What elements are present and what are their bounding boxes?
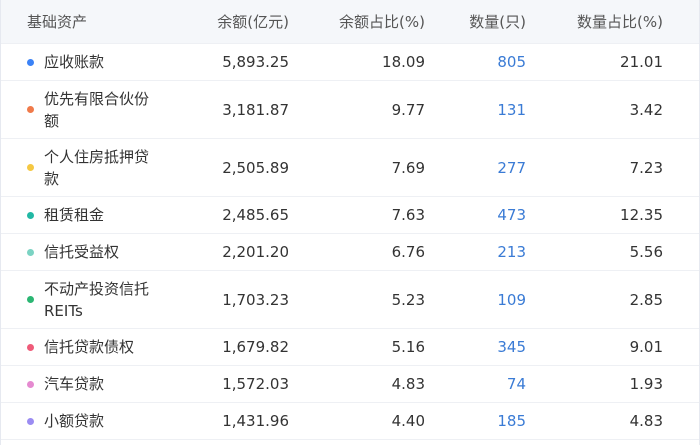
asset-name: 优先有限合伙份额 [44,89,150,130]
amount-cell: 5,893.25 [222,53,289,71]
count-link[interactable]: 473 [428,204,530,226]
asset-cell: 信托贷款债权 [1,336,176,358]
amount-pct-cell: 4.40 [391,412,425,430]
count-pct-cell: 2.85 [629,290,663,309]
asset-name: 应收账款 [44,53,105,71]
table-row[interactable]: 应收账款 5,893.25 18.09 805 21.01 [1,44,699,81]
asset-cell: 优先有限合伙份额 [1,88,176,132]
legend-dot-icon [27,106,34,113]
legend-dot-icon [27,211,34,219]
header-count[interactable]: 数量(只) [428,11,530,33]
amount-pct-cell: 7.63 [391,206,425,224]
header-asset[interactable]: 基础资产 [1,11,176,33]
header-amount[interactable]: 余额(亿元) [176,11,291,33]
table-row[interactable]: 优先有限合伙份额 3,181.87 9.77 131 3.42 [1,81,699,139]
amount-pct-cell: 4.83 [391,375,425,393]
count-pct-cell: 1.93 [629,375,663,393]
asset-cell: 应收账款 [1,51,176,73]
table-row[interactable]: 租赁租金 2,485.65 7.63 473 12.35 [1,197,699,234]
asset-name: 租赁租金 [44,206,105,224]
table-row[interactable]: 汽车贷款 1,572.03 4.83 74 1.93 [1,366,699,403]
asset-cell: 信托受益权 [1,241,176,263]
count-link[interactable]: 109 [428,289,530,311]
asset-name: 不动产投资信托REITs [44,279,150,320]
amount-cell: 2,505.89 [222,158,289,177]
asset-cell: 租赁租金 [1,204,176,226]
count-pct-cell: 12.35 [620,206,663,224]
table-row[interactable]: 个人住房抵押贷款 2,505.89 7.69 277 7.23 [1,139,699,197]
table-header: 基础资产 余额(亿元) 余额占比(%) 数量(只) 数量占比(%) [1,0,699,44]
asset-cell: 个人住房抵押贷款 [1,146,176,190]
table-row[interactable]: 信托贷款债权 1,679.82 5.16 345 9.01 [1,329,699,366]
asset-name: 汽车贷款 [44,375,105,393]
amount-pct-cell: 5.16 [391,338,425,356]
table-row[interactable]: 信托受益权 2,201.20 6.76 213 5.56 [1,234,699,271]
legend-dot-icon [27,164,34,171]
legend-dot-icon [27,296,34,303]
amount-cell: 3,181.87 [222,100,289,119]
count-link[interactable]: 74 [428,373,530,395]
count-link[interactable]: 805 [428,51,530,73]
table-row[interactable]: 小额贷款 1,431.96 4.40 185 4.83 [1,403,699,440]
count-pct-cell: 21.01 [620,53,663,71]
amount-cell: 2,485.65 [222,206,289,224]
count-link[interactable]: 213 [428,241,530,263]
count-pct-cell: 9.01 [629,338,663,356]
asset-name: 信托受益权 [44,243,120,261]
count-link[interactable]: 277 [428,157,530,179]
table-body: 应收账款 5,893.25 18.09 805 21.01 优先有限合伙份额 3,181.8… [1,44,699,440]
count-link[interactable]: 131 [428,99,530,121]
amount-pct-cell: 9.77 [391,100,425,119]
asset-name: 信托贷款债权 [44,338,135,356]
amount-cell: 2,201.20 [222,243,289,261]
amount-pct-cell: 7.69 [391,158,425,177]
legend-dot-icon [27,417,34,425]
amount-pct-cell: 18.09 [382,53,425,71]
table-row[interactable]: 不动产投资信托REITs 1,703.23 5.23 109 2.85 [1,271,699,329]
legend-dot-icon [27,380,34,388]
count-pct-cell: 4.83 [629,412,663,430]
count-pct-cell: 3.42 [629,100,663,119]
amount-cell: 1,572.03 [222,375,289,393]
legend-dot-icon [27,58,34,66]
amount-pct-cell: 6.76 [391,243,425,261]
amount-cell: 1,703.23 [222,290,289,309]
count-link[interactable]: 345 [428,336,530,358]
legend-dot-icon [27,248,34,256]
legend-dot-icon [27,343,34,351]
asset-cell: 汽车贷款 [1,373,176,395]
amount-cell: 1,431.96 [222,412,289,430]
asset-table: 基础资产 余额(亿元) 余额占比(%) 数量(只) 数量占比(%) 应收账款 5,… [0,0,700,445]
asset-cell: 不动产投资信托REITs [1,278,176,322]
header-count-pct[interactable]: 数量占比(%) [530,11,699,33]
count-link[interactable]: 185 [428,410,530,432]
amount-cell: 1,679.82 [222,338,289,356]
header-amount-pct[interactable]: 余额占比(%) [291,11,428,33]
asset-name: 个人住房抵押贷款 [44,147,150,188]
asset-name: 小额贷款 [44,412,105,430]
amount-pct-cell: 5.23 [391,290,425,309]
count-pct-cell: 7.23 [629,158,663,177]
count-pct-cell: 5.56 [629,243,663,261]
asset-cell: 小额贷款 [1,410,176,432]
